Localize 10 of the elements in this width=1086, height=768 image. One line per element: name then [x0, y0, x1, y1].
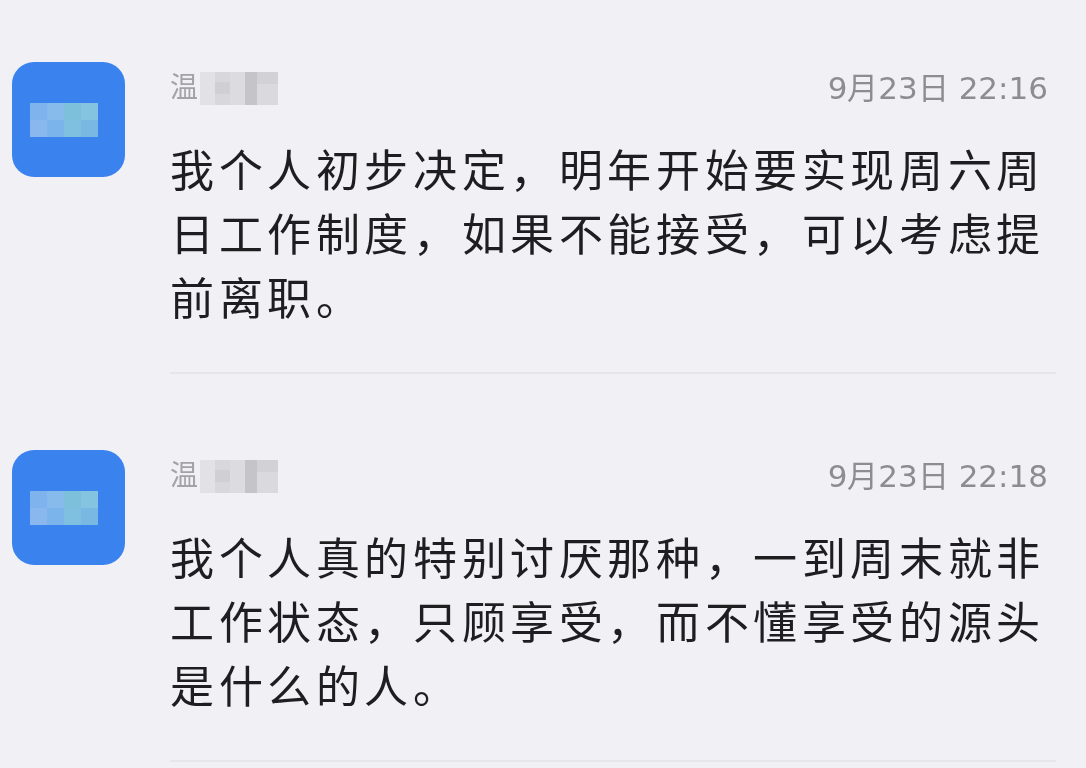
message-time: 9月23日 22:16: [827, 72, 1048, 104]
message-time: 9月23日 22:18: [827, 460, 1048, 492]
avatar-icon: [12, 62, 125, 177]
mosaic-icon: [200, 71, 278, 105]
mosaic-icon: [200, 459, 278, 493]
message-text: 我个人初步决定，明年开始要实现周六周日工作制度，如果不能接受，可以考虑提前离职。: [170, 145, 1046, 327]
sender-name: 温: [170, 462, 198, 490]
sender-name: 温: [170, 74, 198, 102]
message-text: 我个人真的特别讨厌那种，一到周末就非工作状态，只顾享受，而不懂享受的源头是什么的人。: [170, 533, 1046, 715]
avatar-icon: [12, 450, 125, 565]
